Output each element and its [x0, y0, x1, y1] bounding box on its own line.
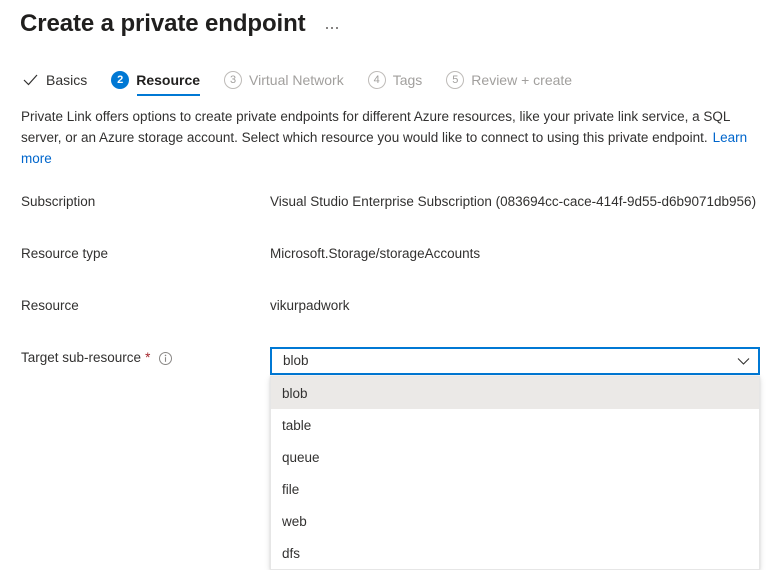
dropdown-option-file[interactable]: file — [271, 473, 759, 505]
description-text: Private Link offers options to create pr… — [21, 106, 758, 169]
tab-review-create[interactable]: 5 Review + create — [446, 71, 572, 96]
tab-label-virtual-network: Virtual Network — [249, 71, 344, 89]
subscription-label: Subscription — [21, 191, 270, 211]
tab-step-badge-4: 4 — [368, 71, 386, 89]
form-row-target-sub-resource: Target sub-resource * blob — [21, 347, 779, 399]
resource-type-label: Resource type — [21, 243, 270, 263]
target-sub-resource-selected-value: blob — [283, 352, 736, 370]
dropdown-option-table[interactable]: table — [271, 409, 759, 441]
dropdown-option-dfs[interactable]: dfs — [271, 537, 759, 569]
tab-label-resource: Resource — [136, 71, 200, 89]
resource-value: vikurpadwork — [270, 295, 350, 315]
target-sub-resource-label-text: Target sub-resource — [21, 349, 141, 367]
info-circle-icon[interactable] — [159, 352, 172, 365]
dropdown-option-queue[interactable]: queue — [271, 441, 759, 473]
more-options-button[interactable] — [324, 25, 340, 31]
dropdown-option-blob[interactable]: blob — [271, 377, 759, 409]
page-title: Create a private endpoint — [20, 9, 306, 39]
resource-form: Subscription Visual Studio Enterprise Su… — [0, 191, 779, 399]
target-sub-resource-select[interactable]: blob — [270, 347, 760, 375]
checkmark-icon — [21, 71, 39, 89]
tab-step-badge-5: 5 — [446, 71, 464, 89]
description-body: Private Link offers options to create pr… — [21, 109, 730, 145]
target-sub-resource-option-list: blob table queue file web dfs — [270, 376, 760, 570]
tab-label-tags: Tags — [393, 71, 423, 89]
ellipsis-icon — [326, 27, 328, 29]
form-row-subscription: Subscription Visual Studio Enterprise Su… — [21, 191, 779, 243]
target-sub-resource-dropdown: blob blob table queue file web dfs — [270, 347, 760, 375]
tab-tags[interactable]: 4 Tags — [368, 71, 423, 96]
dropdown-option-web[interactable]: web — [271, 505, 759, 537]
tab-label-review-create: Review + create — [471, 71, 572, 89]
wizard-tabs: Basics 2 Resource 3 Virtual Network 4 Ta… — [0, 66, 779, 96]
target-sub-resource-label: Target sub-resource * — [21, 347, 270, 367]
tab-label-basics: Basics — [46, 71, 87, 89]
subscription-value: Visual Studio Enterprise Subscription (0… — [270, 191, 756, 211]
page-header: Create a private endpoint — [0, 0, 779, 39]
tab-virtual-network[interactable]: 3 Virtual Network — [224, 71, 344, 96]
tab-basics[interactable]: Basics — [21, 71, 87, 96]
required-asterisk: * — [145, 349, 150, 367]
ellipsis-icon — [331, 27, 333, 29]
tab-step-badge-2: 2 — [111, 71, 129, 89]
tab-resource[interactable]: 2 Resource — [111, 71, 200, 96]
resource-label: Resource — [21, 295, 270, 315]
ellipsis-icon — [336, 27, 338, 29]
form-row-resource-type: Resource type Microsoft.Storage/storageA… — [21, 243, 779, 295]
form-row-resource: Resource vikurpadwork — [21, 295, 779, 347]
resource-type-value: Microsoft.Storage/storageAccounts — [270, 243, 480, 263]
tab-step-badge-3: 3 — [224, 71, 242, 89]
chevron-down-icon[interactable] — [736, 354, 750, 368]
